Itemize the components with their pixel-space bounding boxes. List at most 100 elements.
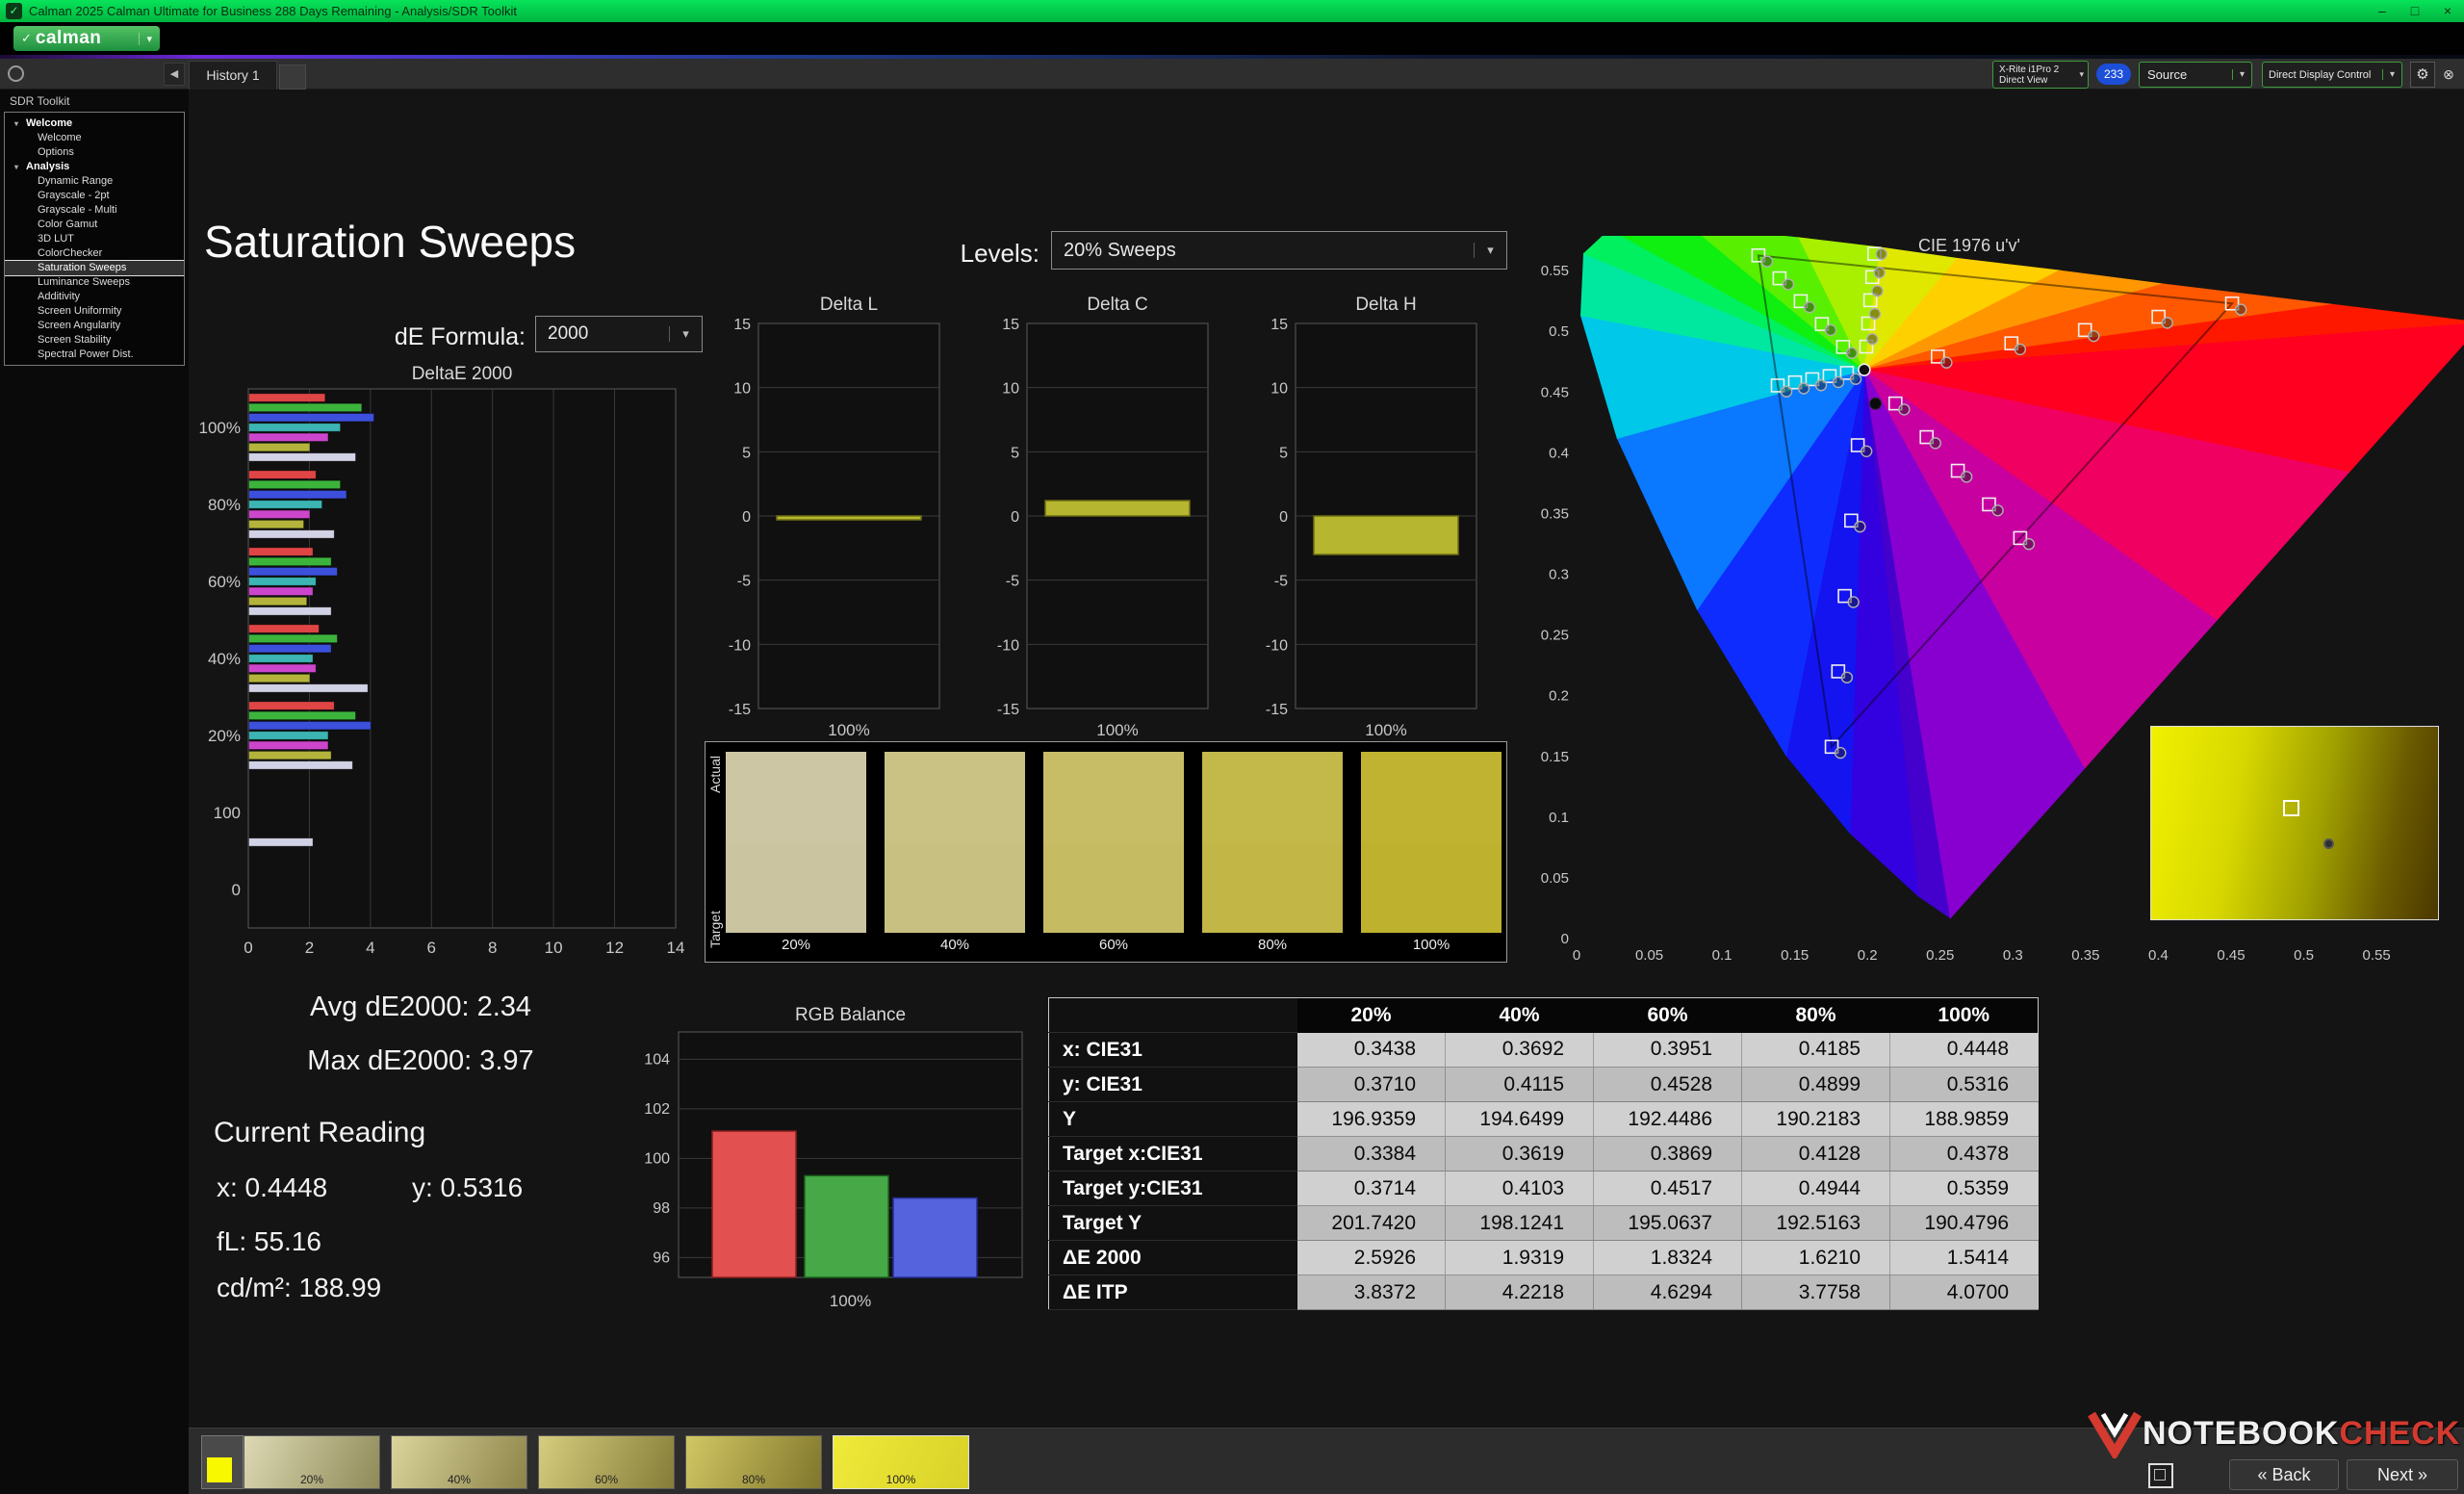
deltae-bar-chart: DeltaE 2000 0 2 4 6 8 10 12 14 100% 80% 60% 40% 20% 10… <box>192 364 693 961</box>
tab-stub[interactable] <box>279 64 306 90</box>
sidebar-item-welcome[interactable]: ▾ Welcome <box>5 116 184 131</box>
maximize-button[interactable]: □ <box>2399 0 2431 22</box>
svg-text:-10: -10 <box>997 637 1019 654</box>
swatch-label: 100% <box>1412 937 1450 953</box>
filmstrip-tile-60%[interactable]: 60% <box>538 1435 675 1489</box>
filmstrip-tile-label: 60% <box>594 1473 619 1486</box>
rgb-balance-chart: RGB Balance 96 98 100 102 104 100% <box>616 1003 1049 1326</box>
table-cell: 0.4528 <box>1593 1067 1742 1102</box>
svg-text:104: 104 <box>644 1051 670 1068</box>
chevron-down-icon: ▾ <box>1474 243 1506 258</box>
workspace-toolbar: ◀ History 1 X-Rite i1Pro 2 Direct View ▾… <box>0 59 2464 90</box>
swatch-60% <box>1043 752 1184 933</box>
toolbar-app-icon[interactable] <box>8 65 24 82</box>
table-cell: 190.2183 <box>1741 1101 1890 1137</box>
table-row: Target y:CIE31 0.3714 0.4103 0.4517 0.4944 0.… <box>1048 1171 2039 1206</box>
workflow-tree: ▾ Welcome Welcome Options ▾ Analysis Dynamic R… <box>4 112 185 366</box>
avg-de2000: Avg dE2000: 2.34 <box>309 992 532 1022</box>
tab-history[interactable]: History 1 <box>189 61 277 90</box>
table-header: 60% <box>1593 997 1742 1033</box>
filmstrip-tile-20%[interactable]: 20% <box>244 1435 380 1489</box>
source-dropdown[interactable]: Source ▾ <box>2139 62 2252 88</box>
meter-button[interactable]: X-Rite i1Pro 2 Direct View ▾ <box>1992 61 2089 89</box>
calman-logo: calman <box>35 28 102 48</box>
watermark-text-1: NOTEBOOK <box>2143 1414 2340 1452</box>
swatch-comparison-panel: Actual Target 20% 40% 60% 80% 100% <box>705 741 1507 963</box>
table-row-label: x: CIE31 <box>1048 1032 1297 1068</box>
sidebar-item-luminance-sweeps[interactable]: Luminance Sweeps <box>5 275 184 290</box>
table-cell: 0.3692 <box>1445 1032 1594 1068</box>
sidebar-item-color-gamut[interactable]: Color Gamut <box>5 218 184 232</box>
svg-text:0.4: 0.4 <box>1549 445 1569 461</box>
svg-text:0: 0 <box>232 881 241 899</box>
sidebar-item-additivity[interactable]: Additivity <box>5 290 184 304</box>
svg-text:0.3: 0.3 <box>1549 567 1569 583</box>
swatch-label: 20% <box>781 937 811 953</box>
svg-text:80%: 80% <box>208 496 241 514</box>
svg-text:CIE 1976 u'v': CIE 1976 u'v' <box>1918 236 2020 255</box>
table-header: 40% <box>1445 997 1594 1033</box>
chevron-down-icon: ▾ <box>2382 69 2401 80</box>
filmstrip-tile-80%[interactable]: 80% <box>685 1435 822 1489</box>
sidebar-item-screen-stability[interactable]: Screen Stability <box>5 333 184 348</box>
table-cell: 1.9319 <box>1445 1240 1594 1275</box>
table-cell: 0.4944 <box>1741 1171 1890 1206</box>
svg-text:Delta C: Delta C <box>1087 295 1147 315</box>
sidebar-item-label: Spectral Power Dist. <box>38 348 134 360</box>
svg-text:100: 100 <box>214 804 241 822</box>
svg-text:-10: -10 <box>1266 637 1288 654</box>
svg-text:0.05: 0.05 <box>1635 947 1663 964</box>
filmstrip-thumb-current[interactable] <box>201 1435 244 1489</box>
table-row-label: Y <box>1048 1101 1297 1137</box>
sidebar-item-grayscale-multi[interactable]: Grayscale - Multi <box>5 203 184 218</box>
sidebar-item-label: Analysis <box>26 161 70 172</box>
sidebar-collapse-button[interactable]: ◀ <box>164 63 185 86</box>
table-cell: 0.3619 <box>1445 1136 1594 1172</box>
sidebar-item-options[interactable]: Options <box>5 145 184 160</box>
max-de2000: Max dE2000: 3.97 <box>307 1045 534 1076</box>
levels-dropdown-value: 20% Sweeps <box>1064 239 1176 261</box>
sidebar-item-3d-lut[interactable]: 3D LUT <box>5 232 184 246</box>
back-button[interactable]: « Back <box>2229 1459 2339 1490</box>
sidebar-item-spectral-power-dist[interactable]: Spectral Power Dist. <box>5 348 184 362</box>
table-cell: 3.7758 <box>1741 1275 1890 1310</box>
svg-text:0.2: 0.2 <box>1549 688 1569 705</box>
close-button[interactable]: × <box>2431 0 2464 22</box>
sidebar-item-saturation-sweeps[interactable]: Saturation Sweeps <box>5 260 184 276</box>
svg-text:100%: 100% <box>828 721 869 739</box>
minimize-button[interactable]: – <box>2366 0 2399 22</box>
check-icon: ✓ <box>21 31 32 45</box>
measurement-table: 20% 40% 60% 80% 100% x: CIE31 0.3438 0.3692 0.39… <box>1048 997 2039 1310</box>
svg-text:12: 12 <box>605 939 624 957</box>
sidebar-item-screen-angularity[interactable]: Screen Angularity <box>5 319 184 333</box>
calman-menu-button[interactable]: ✓ calman ▾ <box>13 26 160 51</box>
sidebar-item-grayscale-2pt[interactable]: Grayscale - 2pt <box>5 189 184 203</box>
de-formula-dropdown[interactable]: 2000 ▾ <box>535 316 703 352</box>
sidebar-item-colorchecker[interactable]: ColorChecker <box>5 246 184 261</box>
filmstrip-tile-100%[interactable]: 100% <box>833 1435 969 1489</box>
levels-dropdown[interactable]: 20% Sweeps ▾ <box>1051 231 1507 270</box>
sidebar-item-welcome[interactable]: Welcome <box>5 131 184 145</box>
sidebar-item-label: Options <box>38 146 74 158</box>
sidebar-item-screen-uniformity[interactable]: Screen Uniformity <box>5 304 184 319</box>
table-cell: 1.5414 <box>1889 1240 2039 1275</box>
sidebar-item-label: Luminance Sweeps <box>38 276 131 288</box>
sidebar-item-label: Dynamic Range <box>38 175 114 187</box>
sidebar-item-dynamic-range[interactable]: Dynamic Range <box>5 174 184 189</box>
table-row: Target Y 201.7420 198.1241 195.0637 192.5163… <box>1048 1205 2039 1241</box>
delta-h-chart: Delta H 15 10 5 0 -5 -10 -15 100% <box>1240 289 1495 751</box>
power-icon[interactable]: ⊗ <box>2437 62 2460 88</box>
sidebar-item-analysis[interactable]: ▾ Analysis <box>5 160 184 174</box>
settings-gear-icon[interactable]: ⚙ <box>2410 62 2435 88</box>
next-button[interactable]: Next » <box>2347 1459 2458 1490</box>
svg-text:0.5: 0.5 <box>1549 323 1569 340</box>
table-row-label: ΔE ITP <box>1048 1275 1297 1310</box>
svg-text:10: 10 <box>545 939 563 957</box>
current-reading-xy: x: 0.4448 y: 0.5316 <box>217 1172 523 1203</box>
swatch-target <box>1361 842 1502 933</box>
layout-toggle-button[interactable] <box>2148 1463 2173 1488</box>
filmstrip-tile-40%[interactable]: 40% <box>391 1435 527 1489</box>
display-control-dropdown[interactable]: Direct Display Control ▾ <box>2262 62 2402 88</box>
actual-label: Actual <box>707 756 723 793</box>
svg-text:-15: -15 <box>997 702 1019 718</box>
